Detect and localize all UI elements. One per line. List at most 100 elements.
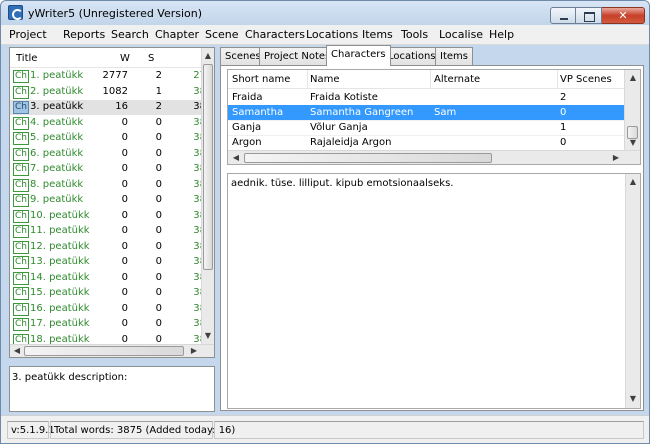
chapter-row[interactable]: Ch 9. peatükk 0 0 38 [10, 193, 206, 208]
chapter-description-box[interactable]: 3. peatükk description: [9, 366, 215, 412]
close-button[interactable] [602, 7, 645, 24]
characters-vscrollbar[interactable]: ▲ ▼ [624, 70, 640, 150]
chapter-icon: Ch [13, 70, 29, 83]
chapter-scene-count: 0 [155, 209, 162, 221]
chapter-row[interactable]: Ch 3. peatükk 16 2 38 [10, 100, 206, 115]
column-scenes[interactable]: S [148, 53, 154, 64]
column-words[interactable]: W [120, 53, 130, 64]
chapter-icon: Ch [13, 256, 29, 269]
chapter-scene-count: 0 [155, 240, 162, 252]
menu-characters[interactable]: Characters [245, 28, 305, 41]
chapter-word-count: 0 [121, 287, 128, 298]
total-words-label: Total words: 3875 (Added today: 16) [50, 421, 235, 439]
chapter-row[interactable]: Ch 13. peatükk 0 0 38 [10, 255, 206, 270]
scroll-up-arrow-icon[interactable]: ▲ [627, 72, 639, 84]
scroll-right-arrow-icon[interactable]: ▶ [610, 152, 622, 164]
menu-search[interactable]: Search [111, 28, 149, 41]
chapter-word-count: 0 [121, 178, 128, 190]
menu-locations[interactable]: Locations [306, 28, 358, 41]
character-short-name: Ganja [232, 122, 262, 133]
menu-localise[interactable]: Localise [439, 28, 483, 41]
scroll-left-arrow-icon[interactable]: ◀ [11, 345, 23, 357]
tab-items[interactable]: Items [435, 47, 473, 65]
scroll-up-arrow-icon[interactable]: ▲ [627, 176, 639, 188]
chapter-row[interactable]: Ch 1. peatükk 2777 2 27 [10, 69, 206, 84]
scroll-down-arrow-icon[interactable]: ▼ [202, 330, 214, 342]
tab-characters[interactable]: Characters [326, 45, 391, 66]
chapter-icon: Ch [13, 318, 29, 331]
character-row[interactable]: Argon Rajaleidja Argon 0 [228, 135, 624, 151]
chapter-icon: Ch [13, 178, 29, 192]
chapter-icon: Ch [13, 271, 29, 285]
column-separator [557, 70, 558, 89]
column-title[interactable]: Title [16, 53, 37, 64]
title-bar[interactable]: yWriter5 (Unregistered Version) [1, 1, 649, 25]
chapter-row[interactable]: Ch 17. peatükk 0 0 38 [10, 317, 206, 332]
character-row[interactable]: Ganja Võlur Ganja 1 [228, 120, 624, 136]
scroll-right-arrow-icon[interactable]: ▶ [188, 345, 200, 357]
characters-grid[interactable]: Short name Name Alternate VP Scenes Frai… [227, 69, 641, 165]
character-row[interactable]: Fraida Fraida Kotiste 2 [228, 90, 624, 106]
menu-items[interactable]: Items [362, 28, 393, 41]
chapter-word-count: 0 [121, 194, 128, 205]
hscroll-thumb[interactable] [24, 346, 184, 356]
tab-project-notes[interactable]: Project Notes [259, 47, 336, 65]
characters-hscrollbar[interactable]: ◀ ▶ [228, 150, 640, 164]
chapter-list-hscrollbar[interactable]: ◀ ▶ [10, 344, 214, 357]
chapter-list[interactable]: Title W S Ch 1. peatükk 2777 2 27 Ch 2. peatük… [9, 47, 215, 358]
chapter-row[interactable]: Ch 11. peatükk 0 0 38 [10, 224, 206, 239]
characters-grid-header: Short name Name Alternate VP Scenes [228, 70, 624, 89]
chapter-word-count: 2777 [102, 70, 128, 81]
chapter-row[interactable]: Ch 8. peatükk 0 0 38 [10, 178, 206, 193]
column-alternate[interactable]: Alternate [434, 74, 480, 85]
maximize-button[interactable] [576, 7, 602, 24]
menu-scene[interactable]: Scene [205, 28, 239, 41]
chapter-row[interactable]: Ch 16. peatükk 0 0 38 [10, 302, 206, 317]
column-name[interactable]: Name [310, 74, 340, 85]
chapter-row[interactable]: Ch 10. peatükk 0 0 38 [10, 209, 206, 224]
scroll-down-arrow-icon[interactable]: ▼ [627, 137, 639, 149]
chapter-word-count: 16 [115, 101, 128, 112]
minimize-button[interactable] [550, 7, 576, 24]
chapter-row[interactable]: Ch 6. peatükk 0 0 38 [10, 147, 206, 162]
chapter-icon: Ch [13, 132, 29, 145]
chapter-scene-count: 0 [155, 132, 162, 143]
chapter-word-count: 0 [121, 116, 128, 128]
status-empty-cell [214, 421, 644, 439]
scroll-left-arrow-icon[interactable]: ◀ [230, 152, 242, 164]
chapter-icon: Ch [13, 209, 29, 223]
menu-tools[interactable]: Tools [401, 28, 428, 41]
menu-chapter[interactable]: Chapter [155, 28, 199, 41]
chapter-word-count: 0 [121, 225, 128, 236]
chapter-row[interactable]: Ch 4. peatükk 0 0 38 [10, 116, 206, 131]
chapter-row[interactable]: Ch 12. peatükk 0 0 38 [10, 240, 206, 255]
menu-reports[interactable]: Reports [63, 28, 105, 41]
chapter-icon: Ch [13, 163, 29, 176]
chapter-row[interactable]: Ch 5. peatükk 0 0 38 [10, 131, 206, 146]
chapter-word-count: 0 [121, 132, 128, 143]
character-notes-box[interactable]: aednik. tüse. lilliput. kipub emotsionaa… [227, 173, 641, 409]
column-vp-scenes[interactable]: VP Scenes [560, 74, 612, 85]
chapter-row[interactable]: Ch 15. peatükk 0 0 38 [10, 286, 206, 301]
character-short-name: Fraida [232, 92, 263, 103]
character-row[interactable]: Samantha Samantha Gangreen Sam 0 [228, 105, 624, 121]
chapter-row[interactable]: Ch 2. peatükk 1082 1 38 [10, 85, 206, 100]
scroll-down-arrow-icon[interactable]: ▼ [627, 393, 639, 405]
scroll-up-arrow-icon[interactable]: ▲ [202, 50, 214, 62]
chapter-row[interactable]: Ch 14. peatükk 0 0 38 [10, 271, 206, 286]
chapter-word-count: 0 [121, 209, 128, 221]
column-short-name[interactable]: Short name [232, 74, 290, 85]
chapter-icon: Ch [13, 287, 29, 300]
menu-help[interactable]: Help [489, 28, 514, 41]
window-controls [550, 7, 645, 24]
chapter-row[interactable]: Ch 7. peatükk 0 0 38 [10, 162, 206, 177]
menu-bar: Project Reports Search Chapter Scene Cha… [1, 25, 649, 45]
notes-vscrollbar[interactable]: ▲ ▼ [625, 174, 640, 408]
menu-project[interactable]: Project [9, 28, 47, 41]
chapter-icon: Ch [13, 85, 29, 99]
chapter-list-vscrollbar[interactable]: ▲ ▼ [201, 48, 214, 344]
character-vp-scenes: 0 [560, 137, 567, 148]
hscroll-thumb[interactable] [244, 153, 492, 163]
scroll-thumb[interactable] [203, 64, 213, 270]
tab-locations[interactable]: Locations [383, 47, 441, 65]
